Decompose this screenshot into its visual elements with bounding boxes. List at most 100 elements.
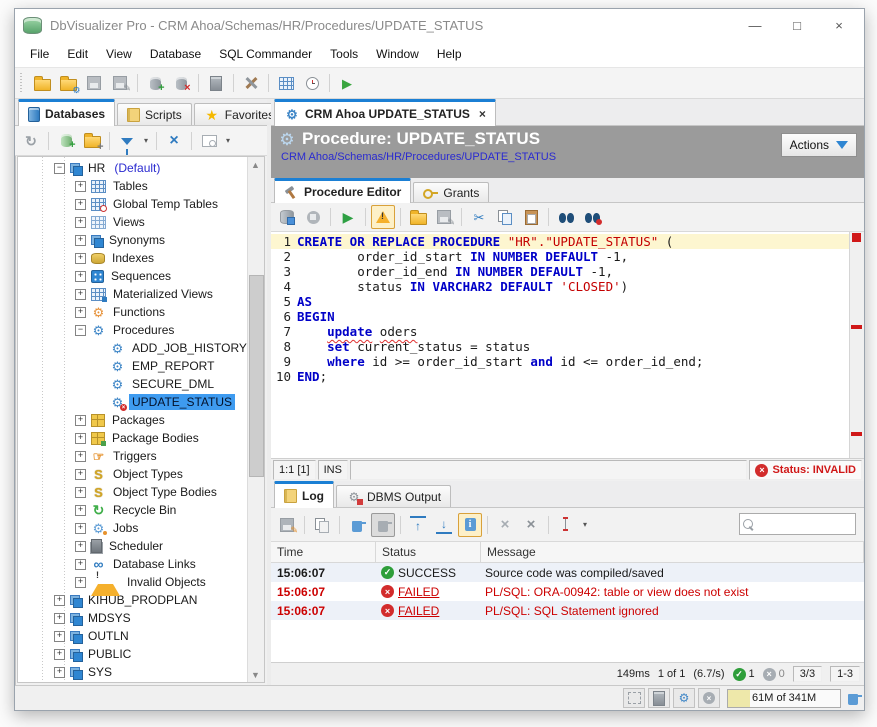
code-line-8[interactable]: 8 set current_status = status — [271, 339, 849, 354]
error-line-marker-2[interactable] — [851, 432, 862, 436]
tree-item-outln[interactable]: +OUTLN — [18, 627, 247, 645]
tree-item-hr[interactable]: −HR(Default) — [18, 159, 247, 177]
preview-icon[interactable] — [197, 129, 221, 153]
expand-toggle-icon[interactable]: + — [75, 523, 86, 534]
tree-item-invalid-objects[interactable]: +Invalid Objects — [18, 573, 247, 591]
tree-item-views[interactable]: +Views — [18, 213, 247, 231]
tree-item-mdsys[interactable]: +MDSYS — [18, 609, 247, 627]
expand-toggle-icon[interactable]: + — [75, 181, 86, 192]
info-icon[interactable] — [458, 513, 482, 537]
play-icon[interactable] — [336, 205, 360, 229]
code-area[interactable]: 1CREATE OR REPLACE PROCEDURE "HR"."UPDAT… — [271, 232, 849, 458]
menu-view[interactable]: View — [97, 43, 141, 65]
code-line-10[interactable]: 10END; — [271, 369, 849, 384]
collapse-toggle-icon[interactable]: − — [75, 325, 86, 336]
tree-item-synonyms[interactable]: +Synonyms — [18, 231, 247, 249]
tree-item-indexes[interactable]: +Indexes — [18, 249, 247, 267]
clock-icon[interactable] — [300, 71, 324, 95]
column-status[interactable]: Status — [376, 542, 481, 562]
tab-log[interactable]: Log — [274, 481, 334, 508]
layout-button[interactable] — [623, 688, 645, 708]
tools-icon[interactable] — [239, 71, 263, 95]
grid-icon[interactable] — [274, 71, 298, 95]
minimize-button[interactable]: — — [738, 13, 772, 37]
code-line-1[interactable]: 1CREATE OR REPLACE PROCEDURE "HR"."UPDAT… — [271, 234, 849, 249]
sql-editor[interactable]: 1CREATE OR REPLACE PROCEDURE "HR"."UPDAT… — [271, 232, 864, 458]
expand-icon[interactable] — [493, 513, 517, 537]
maximize-button[interactable]: □ — [780, 13, 814, 37]
expand-toggle-icon[interactable]: + — [75, 289, 86, 300]
binoculars-red-icon[interactable] — [580, 205, 604, 229]
dropdown-caret-icon[interactable]: ▾ — [144, 136, 148, 145]
tree-item-scheduler[interactable]: +Scheduler — [18, 537, 247, 555]
cut-icon[interactable] — [467, 205, 491, 229]
trash-gray-icon[interactable] — [371, 513, 395, 537]
expand-toggle-icon[interactable]: + — [54, 613, 65, 624]
code-line-2[interactable]: 2 order_id_start IN NUMBER DEFAULT -1, — [271, 249, 849, 264]
error-overview-marker[interactable] — [852, 233, 861, 242]
collapse-all-icon[interactable] — [162, 129, 186, 153]
tab-dbms-output[interactable]: DBMS Output — [336, 485, 451, 507]
tree-item-object-types[interactable]: +Object Types — [18, 465, 247, 483]
tab-scripts[interactable]: Scripts — [117, 103, 192, 125]
expand-toggle-icon[interactable]: + — [54, 631, 65, 642]
export-icon[interactable] — [275, 513, 299, 537]
tree-item-sequences[interactable]: +Sequences — [18, 267, 247, 285]
expand-toggle-icon[interactable]: + — [75, 271, 86, 282]
expand-toggle-icon[interactable]: + — [75, 559, 86, 570]
folder-open-icon[interactable] — [30, 71, 54, 95]
code-line-6[interactable]: 6BEGIN — [271, 309, 849, 324]
error-stripe[interactable] — [849, 232, 864, 458]
disconnect-icon[interactable] — [169, 71, 193, 95]
tree-item-secure-dml[interactable]: SECURE_DML — [18, 375, 247, 393]
refresh-icon[interactable] — [19, 129, 43, 153]
collapse-icon[interactable] — [519, 513, 543, 537]
menu-file[interactable]: File — [21, 43, 58, 65]
expand-toggle-icon[interactable]: + — [54, 667, 65, 678]
expand-toggle-icon[interactable]: + — [75, 451, 86, 462]
tree-item-public[interactable]: +PUBLIC — [18, 645, 247, 663]
tab-close-icon[interactable]: × — [479, 107, 486, 121]
copy-icon[interactable] — [493, 205, 517, 229]
save-as-icon[interactable] — [432, 205, 456, 229]
tree-item-sys[interactable]: +SYS — [18, 663, 247, 681]
expand-toggle-icon[interactable]: + — [75, 577, 86, 588]
tree-item-global-temp-tables[interactable]: +Global Temp Tables — [18, 195, 247, 213]
scroll-thumb[interactable] — [249, 275, 264, 477]
expand-toggle-icon[interactable]: + — [75, 505, 86, 516]
actions-button[interactable]: Actions — [781, 133, 857, 157]
tree-item-tables[interactable]: +Tables — [18, 177, 247, 195]
stop-tasks-button[interactable]: × — [698, 688, 720, 708]
code-line-5[interactable]: 5AS — [271, 294, 849, 309]
expand-toggle-icon[interactable]: + — [75, 469, 86, 480]
tree-item-add-job-history[interactable]: ADD_JOB_HISTORY — [18, 339, 247, 357]
menu-help[interactable]: Help — [428, 43, 471, 65]
bottom-arrow-icon[interactable] — [432, 513, 456, 537]
tree-item-functions[interactable]: +Functions — [18, 303, 247, 321]
code-line-3[interactable]: 3 order_id_end IN NUMBER DEFAULT -1, — [271, 264, 849, 279]
scroll-up-icon[interactable]: ▲ — [248, 157, 263, 172]
menu-tools[interactable]: Tools — [321, 43, 367, 65]
save-db-icon[interactable] — [275, 205, 299, 229]
run-arrow-icon[interactable] — [335, 71, 359, 95]
stop-icon[interactable] — [301, 205, 325, 229]
save-icon[interactable] — [82, 71, 106, 95]
scroll-down-icon[interactable]: ▼ — [248, 667, 263, 682]
menu-sql-commander[interactable]: SQL Commander — [210, 43, 321, 65]
toolbar-grip[interactable] — [19, 73, 24, 93]
expand-toggle-icon[interactable]: + — [75, 433, 86, 444]
dropdown-caret-icon[interactable]: ▾ — [583, 520, 587, 529]
tab-crm-ahoa-update-status[interactable]: CRM Ahoa UPDATE_STATUS × — [274, 99, 496, 126]
connections-button[interactable] — [648, 688, 670, 708]
error-line-marker[interactable] — [851, 325, 862, 329]
trash-blue-icon[interactable] — [345, 513, 369, 537]
filter-icon[interactable] — [115, 129, 139, 153]
tree-item-kihub-prodplan[interactable]: +KIHUB_PRODPLAN — [18, 591, 247, 609]
log-row-2[interactable]: 15:06:07×FAILEDPL/SQL: ORA-00942: table … — [271, 582, 864, 601]
tree-item-database-links[interactable]: +Database Links — [18, 555, 247, 573]
tree-item-jobs[interactable]: +Jobs — [18, 519, 247, 537]
tree-item-emp-report[interactable]: EMP_REPORT — [18, 357, 247, 375]
expand-toggle-icon[interactable]: + — [75, 199, 86, 210]
folder-add-icon[interactable] — [80, 129, 104, 153]
log-row-3[interactable]: 15:06:07×FAILEDPL/SQL: SQL Statement ign… — [271, 601, 864, 620]
